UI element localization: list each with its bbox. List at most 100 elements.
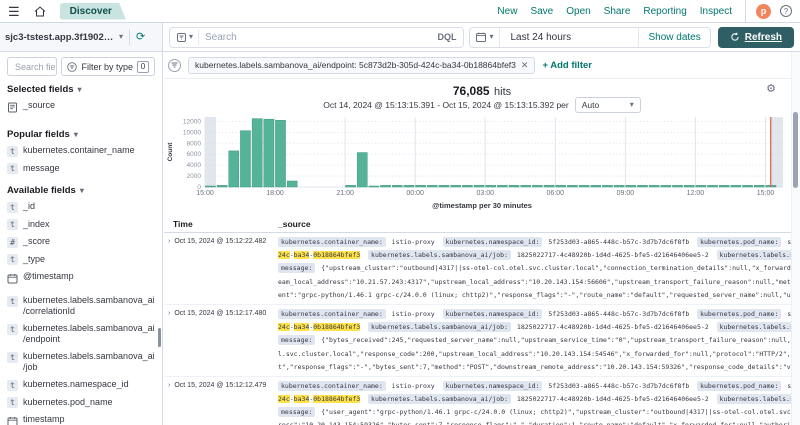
- column-header-time[interactable]: Time: [164, 219, 278, 229]
- field-item[interactable]: tkubernetes.container_name: [7, 142, 155, 160]
- histogram-bar[interactable]: [287, 181, 297, 187]
- highlighted-text: ba34: [294, 251, 310, 259]
- time-range-value[interactable]: Last 24 hours: [500, 32, 638, 43]
- field-item[interactable]: tkubernetes.labels.sambanova_ai/job: [7, 348, 155, 376]
- histogram-bar[interactable]: [369, 186, 379, 187]
- histogram-bar[interactable]: [579, 185, 589, 187]
- histogram-chart[interactable]: 15:0018:0021:0000:0003:0006:0009:0012:00…: [164, 114, 800, 200]
- field-item[interactable]: t_index: [7, 216, 155, 234]
- expand-row-icon[interactable]: ›: [168, 308, 170, 320]
- home-icon[interactable]: [30, 3, 50, 19]
- expand-row-icon[interactable]: ›: [168, 380, 170, 392]
- avatar[interactable]: p: [756, 4, 771, 19]
- filter-options-icon[interactable]: [168, 59, 181, 72]
- page-scrollbar[interactable]: [791, 52, 800, 425]
- histogram-bar[interactable]: [743, 185, 753, 187]
- histogram-bar[interactable]: [509, 185, 519, 187]
- filter-by-type-button[interactable]: Filter by type 0: [61, 57, 155, 76]
- filter-pill[interactable]: kubernetes.labels.sambanova_ai/endpoint:…: [188, 57, 535, 74]
- histogram-bar[interactable]: [684, 185, 694, 187]
- search-input[interactable]: ▾ Search DQL: [169, 27, 464, 48]
- nav-link-share[interactable]: Share: [604, 6, 631, 17]
- histogram-bar[interactable]: [229, 151, 239, 187]
- field-item[interactable]: tkubernetes.namespace_id: [7, 376, 155, 394]
- histogram-bar[interactable]: [264, 119, 274, 187]
- sidebar-scrollbar[interactable]: [158, 328, 161, 347]
- histogram-bar[interactable]: [486, 185, 496, 187]
- histogram-bar[interactable]: [416, 185, 426, 187]
- histogram-bar[interactable]: [357, 153, 367, 187]
- histogram-bar[interactable]: [451, 185, 461, 187]
- page-scrollbar-thumb[interactable]: [793, 112, 798, 188]
- histogram-bar[interactable]: [240, 131, 250, 187]
- histogram-bar[interactable]: [661, 185, 671, 187]
- histogram-bar[interactable]: [346, 185, 356, 187]
- histogram-bar[interactable]: [626, 185, 636, 187]
- chart-options-gear-icon[interactable]: ⚙: [766, 82, 776, 95]
- nav-link-open[interactable]: Open: [566, 6, 590, 17]
- histogram-bar[interactable]: [532, 185, 542, 187]
- index-pattern-select[interactable]: sjc3-tstest.app.3f1902ac... ▾ ⟳: [0, 23, 163, 51]
- histogram-bar[interactable]: [497, 185, 507, 187]
- histogram-bar[interactable]: [731, 185, 741, 187]
- histogram-bar[interactable]: [649, 185, 659, 187]
- interval-select[interactable]: Auto ▾: [575, 97, 641, 113]
- expand-row-icon[interactable]: ›: [168, 236, 170, 248]
- calendar-menu-button[interactable]: ▾: [470, 28, 500, 47]
- histogram-bar[interactable]: [556, 185, 566, 187]
- field-item[interactable]: t_type: [7, 251, 155, 269]
- saved-query-menu-button[interactable]: ▾: [177, 30, 199, 45]
- add-filter-button[interactable]: + Add filter: [542, 60, 592, 71]
- help-icon[interactable]: ?: [780, 5, 792, 17]
- field-item[interactable]: tkubernetes.labels.sambanova_ai/correlat…: [7, 292, 155, 320]
- field-item[interactable]: _source: [7, 97, 155, 121]
- histogram-bar[interactable]: [392, 185, 402, 187]
- field-item[interactable]: t_id: [7, 198, 155, 216]
- histogram-bar[interactable]: [602, 185, 612, 187]
- histogram-bar[interactable]: [672, 185, 682, 187]
- histogram-bar[interactable]: [381, 185, 391, 187]
- histogram-bar[interactable]: [462, 185, 472, 187]
- show-dates-button[interactable]: Show dates: [638, 28, 709, 47]
- histogram-bar[interactable]: [567, 185, 577, 187]
- histogram-bar[interactable]: [637, 185, 647, 187]
- histogram-bar[interactable]: [217, 185, 227, 187]
- histogram-bar[interactable]: [521, 185, 531, 187]
- histogram-bar[interactable]: [696, 185, 706, 187]
- histogram-bar[interactable]: [614, 185, 624, 187]
- section-popular-fields[interactable]: Popular fields ▾: [7, 129, 155, 140]
- histogram-bar[interactable]: [252, 119, 262, 187]
- field-badge: kubernetes.container_name:: [278, 309, 386, 319]
- histogram-bar[interactable]: [205, 186, 215, 187]
- refresh-fields-icon[interactable]: ⟳: [136, 32, 145, 43]
- histogram-bar[interactable]: [544, 185, 554, 187]
- histogram-bar[interactable]: [591, 185, 601, 187]
- section-selected-fields[interactable]: Selected fields ▾: [7, 84, 155, 95]
- histogram-bar[interactable]: [275, 120, 285, 187]
- remove-filter-icon[interactable]: ✕: [521, 60, 529, 71]
- nav-link-save[interactable]: Save: [530, 6, 553, 17]
- section-available-fields[interactable]: Available fields ▾: [7, 185, 155, 196]
- field-item[interactable]: tkubernetes.pod_name: [7, 394, 155, 412]
- histogram-bar[interactable]: [754, 185, 764, 187]
- query-language-button[interactable]: DQL: [437, 32, 456, 42]
- histogram-bar[interactable]: [708, 185, 718, 187]
- histogram-bar[interactable]: [439, 185, 449, 187]
- field-item[interactable]: #_score: [7, 233, 155, 251]
- refresh-button[interactable]: Refresh: [718, 27, 794, 48]
- nav-link-inspect[interactable]: Inspect: [700, 6, 732, 17]
- histogram-bar[interactable]: [474, 185, 484, 187]
- histogram-bar[interactable]: [404, 185, 414, 187]
- menu-icon[interactable]: ☰: [8, 5, 20, 18]
- field-item[interactable]: timestamp: [7, 411, 155, 425]
- nav-link-new[interactable]: New: [497, 6, 517, 17]
- field-item[interactable]: tmessage: [7, 160, 155, 178]
- histogram-bar[interactable]: [719, 185, 729, 187]
- breadcrumb-discover[interactable]: Discover: [60, 3, 126, 20]
- histogram-bar[interactable]: [427, 185, 437, 187]
- field-item[interactable]: @timestamp: [7, 268, 155, 292]
- source-text: t","response_flags":"-","bytes_sent":7,"…: [278, 363, 800, 371]
- nav-link-reporting[interactable]: Reporting: [643, 6, 686, 17]
- field-search-input[interactable]: Search fiel: [7, 57, 57, 76]
- field-item[interactable]: tkubernetes.labels.sambanova_ai/endpoint: [7, 320, 155, 348]
